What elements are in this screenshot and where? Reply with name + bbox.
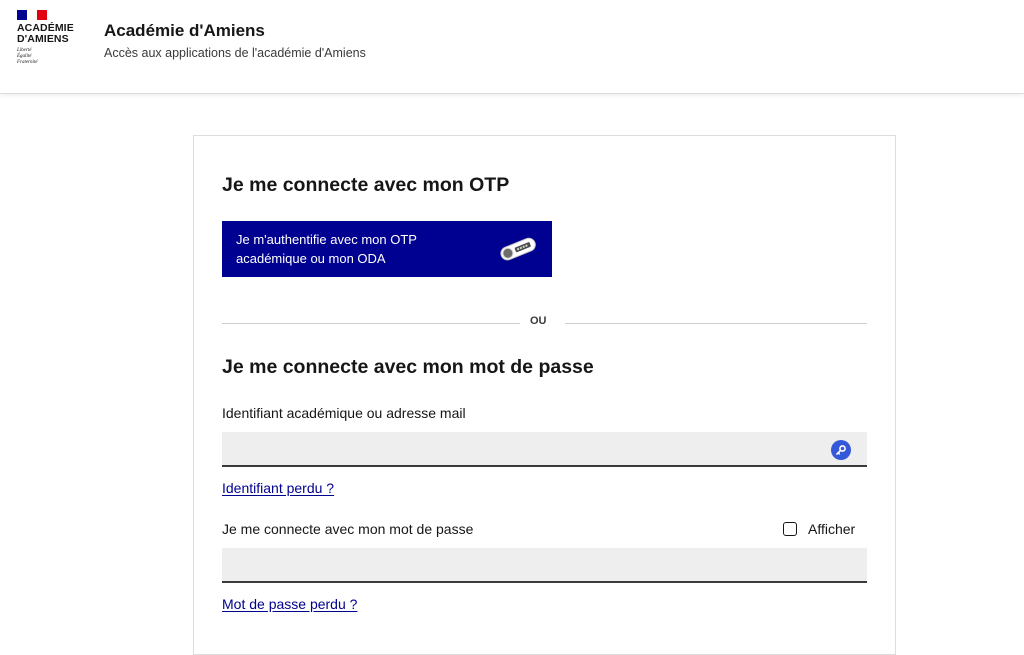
logo-name: ACADÉMIE D'AMIENS <box>17 22 74 45</box>
password-label: Je me connecte avec mon mot de passe <box>222 521 474 537</box>
show-password-checkbox[interactable] <box>783 522 797 536</box>
separator-line-right <box>565 323 867 324</box>
site-header: ACADÉMIE D'AMIENS Liberté Égalité Frater… <box>0 0 1024 94</box>
show-password-toggle[interactable]: Afficher <box>783 521 855 537</box>
otp-login-button[interactable]: Je m'authentifie avec mon OTP académique… <box>222 221 552 277</box>
separator-text: OU <box>530 315 547 327</box>
french-flag-icon <box>17 10 47 20</box>
site-title[interactable]: Académie d'Amiens <box>104 21 265 41</box>
otp-button-label: Je m'authentifie avec mon OTP académique… <box>236 232 417 266</box>
otp-section-title: Je me connecte avec mon OTP <box>222 174 510 196</box>
password-section-title: Je me connecte avec mon mot de passe <box>222 356 594 378</box>
show-password-label[interactable]: Afficher <box>808 521 855 537</box>
republique-francaise-logo[interactable]: ACADÉMIE D'AMIENS Liberté Égalité Frater… <box>17 10 79 66</box>
forgot-password-link[interactable]: Mot de passe perdu ? <box>222 596 357 612</box>
or-separator: OU <box>222 314 867 334</box>
site-tagline: Accès aux applications de l'académie d'A… <box>104 46 366 60</box>
separator-line-left <box>222 323 520 324</box>
logo-motto: Liberté Égalité Fraternité <box>17 48 38 65</box>
otp-key-token-icon <box>500 237 536 261</box>
identifier-label: Identifiant académique ou adresse mail <box>222 405 466 421</box>
login-card: Je me connecte avec mon OTP Je m'authent… <box>193 135 896 655</box>
key-glyph <box>836 445 846 455</box>
forgot-identifier-link[interactable]: Identifiant perdu ? <box>222 480 334 496</box>
password-input[interactable] <box>222 548 867 583</box>
identifier-input[interactable] <box>222 432 867 467</box>
key-icon[interactable] <box>831 440 851 460</box>
